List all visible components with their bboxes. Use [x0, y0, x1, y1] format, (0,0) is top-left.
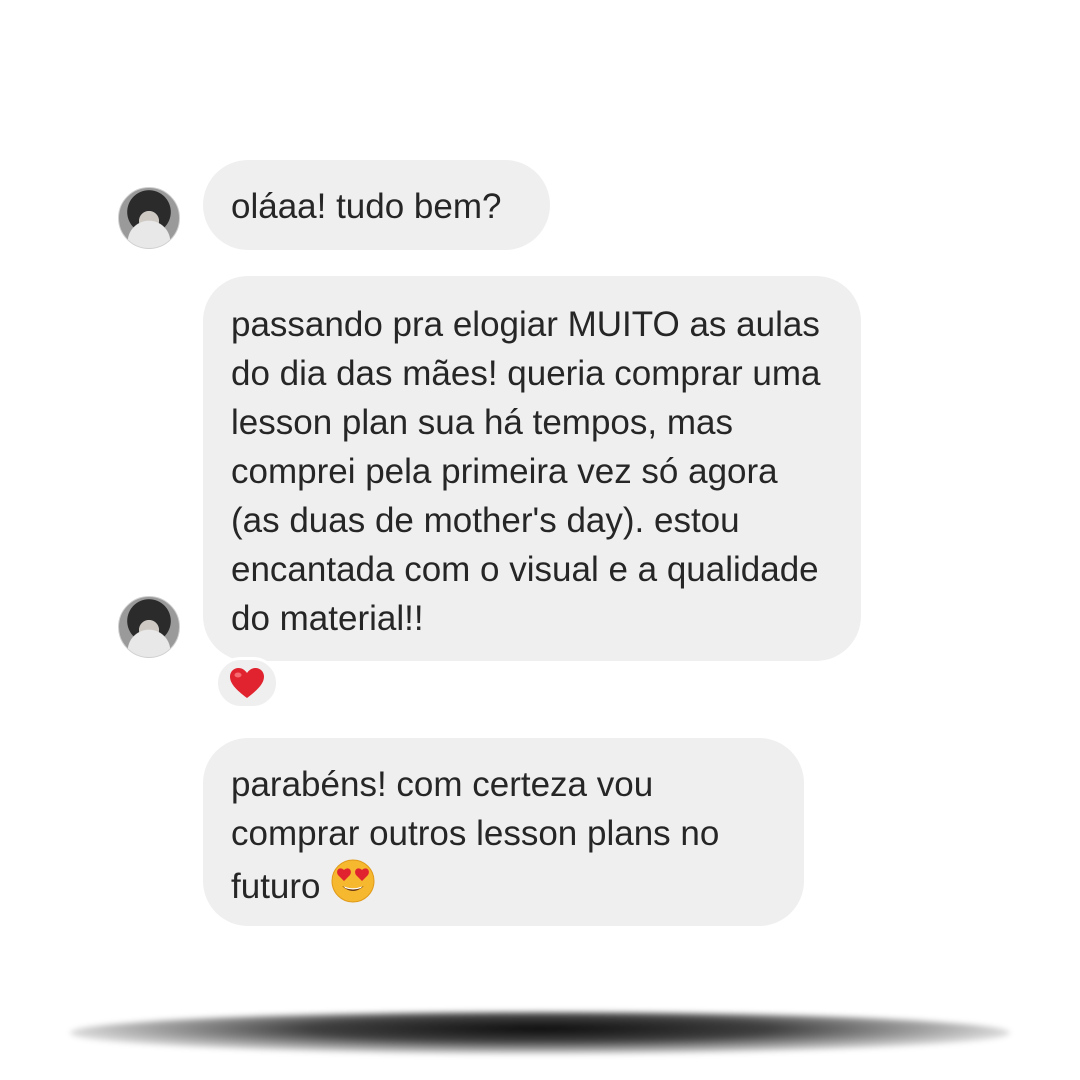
message-bubble[interactable]: passando pra elogiar MUITO as aulas do d… — [203, 276, 861, 661]
sender-avatar[interactable] — [118, 187, 180, 249]
card-shadow — [70, 1012, 1010, 1054]
message-bubble[interactable]: parabéns! com certeza vou comprar outros… — [203, 738, 804, 926]
message-text: passando pra elogiar MUITO as aulas do d… — [231, 305, 831, 638]
heart-icon — [230, 668, 264, 698]
heart-reaction[interactable] — [215, 657, 279, 709]
message-text: oláaa! tudo bem? — [231, 187, 502, 226]
heart-eyes-emoji — [331, 859, 375, 903]
message-bubble[interactable]: oláaa! tudo bem? — [203, 160, 550, 250]
message-text: parabéns! com certeza vou comprar outros… — [231, 765, 730, 906]
sender-avatar[interactable] — [118, 596, 180, 658]
